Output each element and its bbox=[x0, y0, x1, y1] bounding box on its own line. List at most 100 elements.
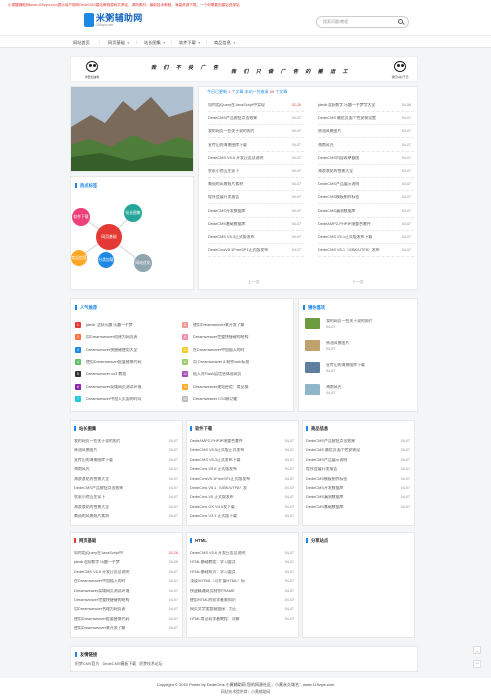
box-item-title[interactable]: 快速精通网页制作FRAME bbox=[190, 589, 272, 594]
box-title[interactable]: 站长图集 bbox=[79, 426, 96, 431]
nav-item-gallery[interactable]: 站长图集 ▼ bbox=[144, 40, 166, 46]
rank-item-title[interactable]: 使用Dreamweaver批量替换代码 bbox=[86, 360, 181, 365]
box-title[interactable]: 软件下载 bbox=[195, 426, 212, 431]
box-title[interactable]: 分享站点 bbox=[311, 538, 328, 543]
pic-thumbnail[interactable] bbox=[305, 384, 320, 395]
box-item-title[interactable]: 农家小院山庄家下 bbox=[74, 495, 156, 500]
box-item-title[interactable]: DedeCMS漏洞数据库 bbox=[306, 495, 388, 500]
list-item-title[interactable]: DedeCMS基础数据库 bbox=[208, 222, 293, 227]
list-item-title[interactable]: jdedir活跃数字 乐趣一手梦字大全 bbox=[318, 103, 403, 108]
rank-item-title[interactable]: Dreamweaver完整快捷键的结构 bbox=[193, 335, 288, 340]
search-icon[interactable] bbox=[398, 19, 403, 24]
box-item-title[interactable]: DedeCMS V5.3正式发布下载 bbox=[190, 458, 272, 463]
list-item-title[interactable]: DedeCMS内容表单截图 bbox=[318, 156, 403, 161]
list-item-title[interactable]: DedeCMS V5.6 开发日志及说明 bbox=[208, 156, 293, 161]
box-item-title[interactable]: DedeCMS模板制作标签 bbox=[306, 477, 388, 482]
box-item-title[interactable]: 海南风光 bbox=[74, 467, 156, 472]
rank-item-title[interactable]: 用 Dreamweaver 8 制作web标准 bbox=[193, 360, 288, 365]
rank-item-title[interactable]: Dreamweaver建站经验：常见操 bbox=[193, 385, 288, 390]
box-item-title[interactable]: 原油风景图片 bbox=[74, 448, 156, 453]
nav-item-basics[interactable]: 网页基础 ▼ bbox=[108, 40, 130, 46]
list-item-title[interactable]: 宣传山的海景图库下载 bbox=[208, 143, 293, 148]
rank-item-title[interactable]: jdedir 活跃乐趣 乐趣一手梦 bbox=[86, 323, 181, 328]
box-item-title[interactable]: DedeCms V3.1 正式版下载 bbox=[190, 514, 272, 519]
pic-thumbnail[interactable] bbox=[305, 318, 320, 329]
box-item-title[interactable]: 在Dreamweaver中加插入的时 bbox=[74, 579, 156, 584]
box-item-title[interactable]: DedeCMS基础数据库 bbox=[306, 505, 388, 510]
nav-item-software[interactable]: 软件下载 ▼ bbox=[179, 40, 201, 46]
hero-image[interactable] bbox=[70, 86, 194, 172]
box-item-title[interactable]: DedeCMS V5.6 开发日志及说明 bbox=[74, 570, 156, 575]
list-item-title[interactable]: 我的网页一些关于说的照片 bbox=[208, 129, 293, 134]
list-item-title[interactable]: DedeCMS 最优页面个性安装设置 bbox=[318, 116, 403, 121]
rank-item-title[interactable]: 在Dreamweaver中加插入的时 bbox=[193, 348, 288, 353]
friend-link[interactable]: DedeCMS模板下载 bbox=[102, 661, 136, 666]
rank-item-title[interactable]: Dreamweaver快捷键使用大全 bbox=[86, 348, 181, 353]
rank-item-title[interactable]: Dreamweaver CS3新功能 bbox=[193, 397, 288, 402]
box-item-title[interactable]: 用Dreamweaver合理为网页表 bbox=[74, 607, 156, 612]
list-item-title[interactable]: DedeAMPZ-PHP环境整合套件 bbox=[318, 222, 403, 227]
list-item-title[interactable]: DedeCMS开发数据库 bbox=[208, 209, 293, 214]
list-item-title[interactable]: DedeCMS V5.1正式版发布下载 bbox=[318, 235, 403, 240]
box-item-title[interactable]: DedeAMPZ-PHP环境整合套件 bbox=[190, 439, 272, 444]
box-item-title[interactable]: DedeCMS产品按钮点击效果 bbox=[74, 486, 156, 491]
scroll-down-icon[interactable]: ﹀ bbox=[473, 660, 481, 668]
list-item-title[interactable]: DedeCMS模板制作标签 bbox=[318, 195, 403, 200]
box-item-title[interactable]: DedeCMS产品展示说明 bbox=[306, 458, 388, 463]
prev-page-link[interactable]: 上一页 bbox=[248, 280, 260, 285]
rank-item-title[interactable]: 使用Dreamweaver来开发了解 bbox=[193, 323, 288, 328]
rank-item-title[interactable]: 用Dreamweaver创建为网页表 bbox=[86, 335, 181, 340]
box-item-title[interactable]: Dreamweaver局域网页测试环境 bbox=[74, 589, 156, 594]
tag-bubble[interactable]: 站长图集 bbox=[124, 204, 142, 222]
search-input[interactable]: 搜索问题/教程 bbox=[316, 16, 409, 28]
box-item-title[interactable]: DedeCmsV5.1FreeSP1正式版发布 bbox=[190, 477, 272, 482]
list-item-title[interactable]: 原油风景图片 bbox=[318, 129, 403, 134]
box-item-title[interactable]: 海浪浪花的雪景大全 bbox=[74, 505, 156, 510]
box-item-title[interactable]: jdedir活跃数字 乐趣一手梦 bbox=[74, 560, 156, 565]
box-item-title[interactable]: DedeCMS产品按钮点击效果 bbox=[306, 439, 388, 444]
rank-item-title[interactable]: Dreamweaver cs3 教程 bbox=[86, 372, 181, 377]
rank-item-title[interactable]: Dreamweaver局域网页测试环境 bbox=[86, 385, 181, 390]
box-item-title[interactable]: DedeCms V5 正式版发布 bbox=[190, 495, 272, 500]
pic-title[interactable]: 原油风景图片 bbox=[326, 341, 414, 346]
list-item-title[interactable]: DedeCMS产品展示说明 bbox=[318, 182, 403, 187]
box-title[interactable]: HTML bbox=[195, 538, 207, 543]
box-item-title[interactable]: DedeCMS 最优页面个性安装设 bbox=[306, 448, 388, 453]
rank-item-title[interactable]: 插入对Flash层信息体现网页 bbox=[193, 372, 288, 377]
tag-bubble[interactable]: 商品信息 bbox=[71, 250, 87, 266]
box-item-title[interactable]: 我的网页一些关于说的照片 bbox=[74, 439, 156, 444]
box-item-title[interactable]: DedeCMS开发数据库 bbox=[306, 486, 388, 491]
box-item-title[interactable]: DedeCms OX V4.0发下载 bbox=[190, 505, 272, 510]
box-item-title[interactable]: HTML基础教程：学习要点 bbox=[190, 560, 272, 565]
box-title[interactable]: 网页基础 bbox=[79, 538, 96, 543]
list-item-title[interactable]: DedeCmsV5.1FreeSP1正式版发布 bbox=[208, 248, 293, 253]
box-item-title[interactable]: 宣传山的海景图库下载 bbox=[74, 458, 156, 463]
scroll-up-icon[interactable]: ︿ bbox=[473, 646, 481, 654]
box-item-title[interactable]: DedeCms V5.1（GBK/UTF8）发 bbox=[190, 486, 272, 491]
list-item-title[interactable]: 美丽的风景照片素材 bbox=[208, 182, 293, 187]
box-item-title[interactable]: 使用Dreamweaver批量替换代码 bbox=[74, 617, 156, 622]
list-item-title[interactable]: 海浪浪花的雪景大全 bbox=[318, 169, 403, 174]
site-logo[interactable]: 米粥辅助网 119zyw.com bbox=[84, 12, 144, 32]
rank-item-title[interactable]: Dreamweaver中加入页面的时间 bbox=[86, 397, 181, 402]
tag-bubble[interactable]: 网站优化 bbox=[134, 254, 152, 272]
box-item-title[interactable]: 使用Dreamweaver来开发了解 bbox=[74, 626, 156, 631]
box-item-title[interactable]: DedeCMS V5.5正式版正式发布 bbox=[190, 448, 272, 453]
pic-title[interactable]: 宣传山的海景图库下载 bbox=[326, 363, 414, 368]
list-item-title[interactable]: 如何用jQuery在JavaScript中实现 bbox=[208, 103, 293, 108]
friend-link[interactable]: 织梦技术论坛 bbox=[139, 661, 162, 666]
box-item-title[interactable]: 美丽的风景照片素材 bbox=[74, 514, 156, 519]
box-item-title[interactable]: DedeCms V5.5 正式版发布 bbox=[190, 467, 272, 472]
nav-item-home[interactable]: 网站首页 bbox=[73, 40, 90, 45]
box-item-title[interactable]: Dreamweaver完整快捷键的结构 bbox=[74, 598, 156, 603]
box-item-title[interactable]: 如何用jQuery在JavaScript中 bbox=[74, 551, 156, 556]
list-item-title[interactable]: DedeCMS V5.1（GBK/UTF8）发布 bbox=[318, 248, 403, 253]
box-item-title[interactable]: 海浪浪花的雪景大全 bbox=[74, 477, 156, 482]
list-item-title[interactable]: DedeCMS产品按钮点击效果 bbox=[208, 116, 293, 121]
pic-title[interactable]: 海南风光 bbox=[326, 385, 414, 390]
box-item-title[interactable]: 程序会展开发报告 bbox=[306, 467, 388, 472]
tag-bubble-center[interactable]: 网页基础 bbox=[96, 224, 122, 250]
list-item-title[interactable]: 程序会展开发报告 bbox=[208, 195, 293, 200]
list-item-title[interactable]: 农家小院山庄家下 bbox=[208, 169, 293, 174]
tag-bubble[interactable]: 分类加载 bbox=[98, 252, 114, 268]
